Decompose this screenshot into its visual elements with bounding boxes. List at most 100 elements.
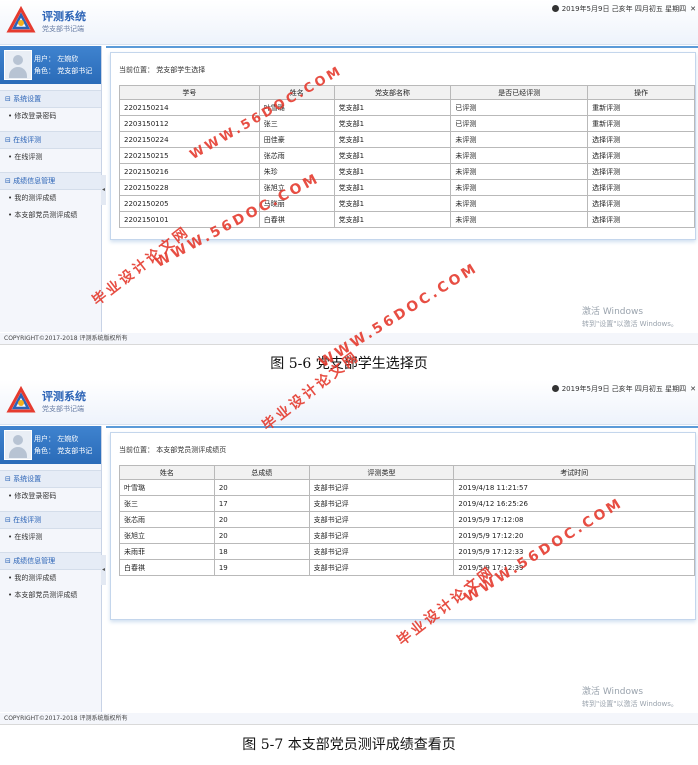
user-panel: 用户： 左婉欣 角色： 党支部书记 xyxy=(0,426,101,464)
app-header: 评测系统 党支部书记端 2019年5月9日 己亥年 四月初五 星期四 ✕ xyxy=(0,0,698,45)
footer-copyright: COPYRIGHT©2017-2018 评测系统版权所有 xyxy=(0,713,698,724)
table-row: 叶雪璐 20 支部书记评 2019/4/18 11:21:57 xyxy=(119,479,695,496)
app-subtitle: 党支部书记端 xyxy=(42,405,84,413)
table-cell: 已评测 xyxy=(450,115,589,132)
table-cell: 支部书记评 xyxy=(308,559,455,576)
menu-item-my-scores[interactable]: • 我的测评成绩 xyxy=(0,190,101,207)
menu-item-online-test[interactable]: • 在线评测 xyxy=(0,149,101,166)
sidebar: 用户： 左婉欣 角色： 党支部书记 ⊟ 系统设置 • 修改登录密码 ⊟ 在线评测… xyxy=(0,426,102,712)
table-cell: 未评测 xyxy=(450,163,589,180)
menu-item-online-test[interactable]: • 在线评测 xyxy=(0,529,101,546)
table-row: 2203150112 张三 党支部1 已评测 重新评测 xyxy=(119,115,695,132)
table-row: 2202150228 张旭立 党支部1 未评测 选择评测 xyxy=(119,179,695,196)
user-name: 用户： 左婉欣 xyxy=(34,435,79,443)
avatar xyxy=(4,430,32,460)
column-header: 是否已经评测 xyxy=(450,85,589,100)
avatar xyxy=(4,50,32,80)
menu-group-score-management[interactable]: ⊟ 成绩信息管理 xyxy=(0,172,101,190)
app-logo-icon xyxy=(6,386,36,413)
table-cell: 支部书记评 xyxy=(308,511,455,528)
activate-windows-notice: 激活 Windows 转到"设置"以激活 Windows。 xyxy=(582,687,678,708)
table-cell: 支部书记评 xyxy=(308,527,455,544)
menu-item-branch-scores[interactable]: • 本支部党员测评成绩 xyxy=(0,587,101,604)
table-cell: 叶雪璐 xyxy=(119,479,215,496)
menu-group-score-management[interactable]: ⊟ 成绩信息管理 xyxy=(0,552,101,570)
table-cell: 2202150205 xyxy=(119,195,260,212)
evaluate-action-link[interactable]: 选择评测 xyxy=(587,195,695,212)
table-cell: 未评测 xyxy=(450,131,589,148)
evaluate-action-link[interactable]: 选择评测 xyxy=(587,179,695,196)
table-row: 白春祺 19 支部书记评 2019/5/9 17:12:39 xyxy=(119,559,695,576)
clock-icon xyxy=(551,5,559,12)
user-role: 角色： 党支部书记 xyxy=(34,447,93,455)
user-role: 角色： 党支部书记 xyxy=(34,67,93,75)
evaluate-action-link[interactable]: 选择评测 xyxy=(587,131,695,148)
app-title: 评测系统 xyxy=(42,390,86,403)
user-panel: 用户： 左婉欣 角色： 党支部书记 xyxy=(0,46,101,84)
table-cell: 未评测 xyxy=(450,179,589,196)
menu-group-settings[interactable]: ⊟ 系统设置 xyxy=(0,470,101,488)
menu-item-branch-scores[interactable]: • 本支部党员测评成绩 xyxy=(0,207,101,224)
table-header-row: 姓名 总成绩 评测类型 考试时间 xyxy=(119,465,695,480)
column-header: 学号 xyxy=(119,85,260,100)
table-cell: 未评测 xyxy=(450,147,589,164)
evaluate-action-link[interactable]: 重新评测 xyxy=(587,99,695,116)
table-cell: 党支部1 xyxy=(333,115,452,132)
date-display: 2019年5月9日 己亥年 四月初五 星期四 ✕ xyxy=(551,4,696,14)
content-panel: 当前位置： 本支部党员测评成绩页 姓名 总成绩 评测类型 考试时间 叶雪璐 20 支部书记… xyxy=(110,432,696,620)
evaluate-action-link[interactable]: 选择评测 xyxy=(587,147,695,164)
table-cell: 20 xyxy=(213,479,310,496)
table-cell: 朱珍 xyxy=(258,163,335,180)
breadcrumb: 当前位置： 党支部学生选择 xyxy=(119,66,206,74)
table-cell: 白春祺 xyxy=(258,211,335,228)
table-cell: 支部书记评 xyxy=(308,543,455,560)
column-header: 姓名 xyxy=(119,465,215,480)
evaluate-action-link[interactable]: 选择评测 xyxy=(587,163,695,180)
menu-item-change-password[interactable]: • 修改登录密码 xyxy=(0,488,101,505)
table-cell: 党支部1 xyxy=(333,99,452,116)
table-row: 2202150205 马晓丽 党支部1 未评测 选择评测 xyxy=(119,195,695,212)
table-cell: 党支部1 xyxy=(333,179,452,196)
table-header-row: 学号 姓名 党支部名称 是否已经评测 操作 xyxy=(119,85,695,100)
table-row: 未雨菲 18 支部书记评 2019/5/9 17:12:33 xyxy=(119,543,695,560)
table-cell: 20 xyxy=(213,527,310,544)
table-cell: 未评测 xyxy=(450,211,589,228)
table-row: 2202150101 白春祺 党支部1 未评测 选择评测 xyxy=(119,211,695,228)
table-cell: 2019/4/18 11:21:57 xyxy=(453,479,695,496)
menu-group-online-test[interactable]: ⊟ 在线评测 xyxy=(0,511,101,529)
evaluate-action-link[interactable]: 重新评测 xyxy=(587,115,695,132)
evaluate-action-link[interactable]: 选择评测 xyxy=(587,211,695,228)
app-title: 评测系统 xyxy=(42,10,86,23)
table-cell: 已评测 xyxy=(450,99,589,116)
app-header: 评测系统 党支部书记端 2019年5月9日 己亥年 四月初五 星期四 ✕ xyxy=(0,380,698,425)
app-subtitle: 党支部书记端 xyxy=(42,25,84,33)
menu-item-change-password[interactable]: • 修改登录密码 xyxy=(0,108,101,125)
table-cell: 党支部1 xyxy=(333,163,452,180)
table-cell: 未评测 xyxy=(450,195,589,212)
date-display: 2019年5月9日 己亥年 四月初五 星期四 ✕ xyxy=(551,384,696,394)
breadcrumb: 当前位置： 本支部党员测评成绩页 xyxy=(119,446,227,454)
table-cell: 张旭立 xyxy=(119,527,215,544)
table-cell: 2202150216 xyxy=(119,163,260,180)
user-name: 用户： 左婉欣 xyxy=(34,55,79,63)
table-cell: 18 xyxy=(213,543,310,560)
column-header: 考试时间 xyxy=(453,465,695,480)
close-icon[interactable]: ✕ xyxy=(690,5,696,13)
main-content: 当前位置： 本支部党员测评成绩页 姓名 总成绩 评测类型 考试时间 叶雪璐 20 支部书记… xyxy=(106,426,698,714)
app-logo-icon xyxy=(6,6,36,33)
clock-icon xyxy=(551,385,559,392)
close-icon[interactable]: ✕ xyxy=(690,385,696,393)
table-cell: 白春祺 xyxy=(119,559,215,576)
table-cell: 支部书记评 xyxy=(308,495,455,512)
table-cell: 张三 xyxy=(119,495,215,512)
table-cell: 20 xyxy=(213,511,310,528)
menu-item-my-scores[interactable]: • 我的测评成绩 xyxy=(0,570,101,587)
table-cell: 17 xyxy=(213,495,310,512)
menu-group-online-test[interactable]: ⊟ 在线评测 xyxy=(0,131,101,149)
table-cell: 党支部1 xyxy=(333,195,452,212)
menu-group-settings[interactable]: ⊟ 系统设置 xyxy=(0,90,101,108)
main-content: 当前位置： 党支部学生选择 学号 姓名 党支部名称 是否已经评测 操作 22021502… xyxy=(106,46,698,334)
table-row: 2202150216 朱珍 党支部1 未评测 选择评测 xyxy=(119,163,695,180)
screenshot-branch-scores: 评测系统 党支部书记端 2019年5月9日 己亥年 四月初五 星期四 ✕ 用户： … xyxy=(0,380,698,725)
column-header: 评测类型 xyxy=(308,465,455,480)
